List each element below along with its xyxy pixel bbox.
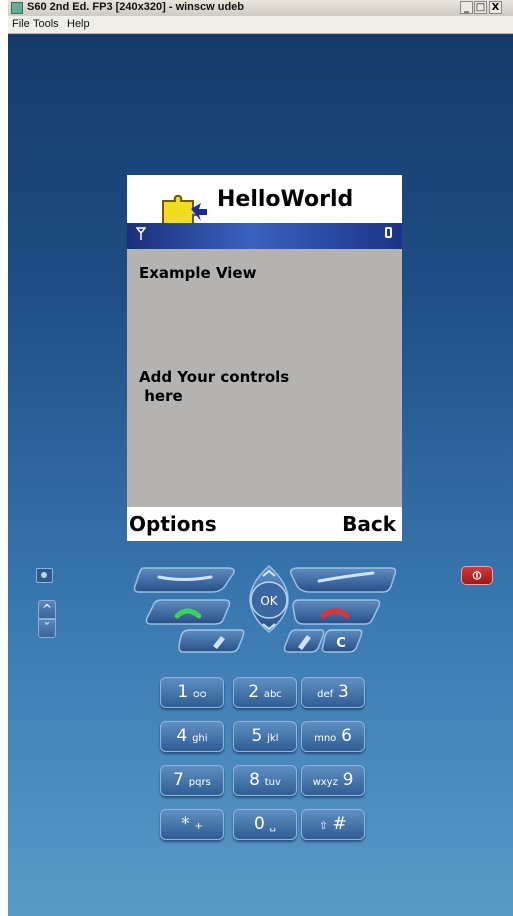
minimize-button[interactable]: _	[460, 1, 473, 14]
key-5[interactable]: 5 jkl	[233, 721, 297, 752]
key-3[interactable]: def 3	[301, 677, 365, 708]
key-8[interactable]: 8 tuv	[233, 765, 297, 796]
menu-tools[interactable]: Tools	[33, 18, 59, 30]
key-6[interactable]: mno 6	[301, 721, 365, 752]
app-title-pane: HelloWorld	[127, 175, 402, 231]
volume-up-key[interactable]: ^	[38, 600, 56, 619]
window-title: S60 2nd Ed. FP3 [240x320] - winscw udeb	[27, 1, 245, 13]
key-0[interactable]: 0 ␣	[233, 809, 297, 840]
key-9[interactable]: wxyz 9	[301, 765, 365, 796]
close-button[interactable]: X	[489, 1, 502, 14]
battery-icon	[385, 227, 392, 238]
softkey-bar: Options Back	[127, 507, 402, 541]
phone-emulator: HelloWorld Example View Add Your control…	[8, 34, 513, 916]
view-title: Example View	[139, 264, 257, 282]
status-strip	[127, 223, 402, 249]
body-text: Add Your controls here	[139, 368, 290, 405]
key-2[interactable]: 2 abc	[233, 677, 297, 708]
menu-file[interactable]: File	[12, 18, 30, 30]
camera-key[interactable]	[36, 568, 53, 583]
key-1[interactable]: 1 ᴑᴑ	[160, 677, 224, 708]
menu-key[interactable]	[178, 629, 245, 653]
power-key[interactable]: ⏼	[461, 566, 493, 585]
key-4[interactable]: 4 ghi	[160, 721, 224, 752]
menu-help[interactable]: Help	[67, 18, 90, 30]
maximize-button[interactable]: □	[474, 1, 487, 14]
emulator-app-icon	[11, 2, 23, 14]
options-softkey-label[interactable]: Options	[129, 512, 217, 536]
right-softkey[interactable]	[289, 567, 397, 593]
signal-icon	[136, 227, 146, 240]
volume-down-key[interactable]: ˇ	[38, 619, 56, 638]
clear-key-label: C	[336, 636, 346, 651]
key-hash[interactable]: ⇧ #	[301, 809, 365, 840]
title-bar[interactable]: S60 2nd Ed. FP3 [240x320] - winscw udeb …	[8, 0, 513, 16]
back-softkey-label[interactable]: Back	[342, 512, 396, 536]
phone-screen[interactable]: HelloWorld Example View Add Your control…	[127, 175, 402, 541]
app-title: HelloWorld	[217, 187, 354, 212]
key-star[interactable]: * +	[160, 809, 224, 840]
emulator-window: S60 2nd Ed. FP3 [240x320] - winscw udeb …	[8, 0, 513, 916]
menu-bar: File Tools Help	[8, 16, 513, 34]
ok-key-label: OK	[260, 594, 278, 608]
navigation-cluster: C OK	[133, 564, 397, 653]
key-7[interactable]: 7 pqrs	[160, 765, 224, 796]
